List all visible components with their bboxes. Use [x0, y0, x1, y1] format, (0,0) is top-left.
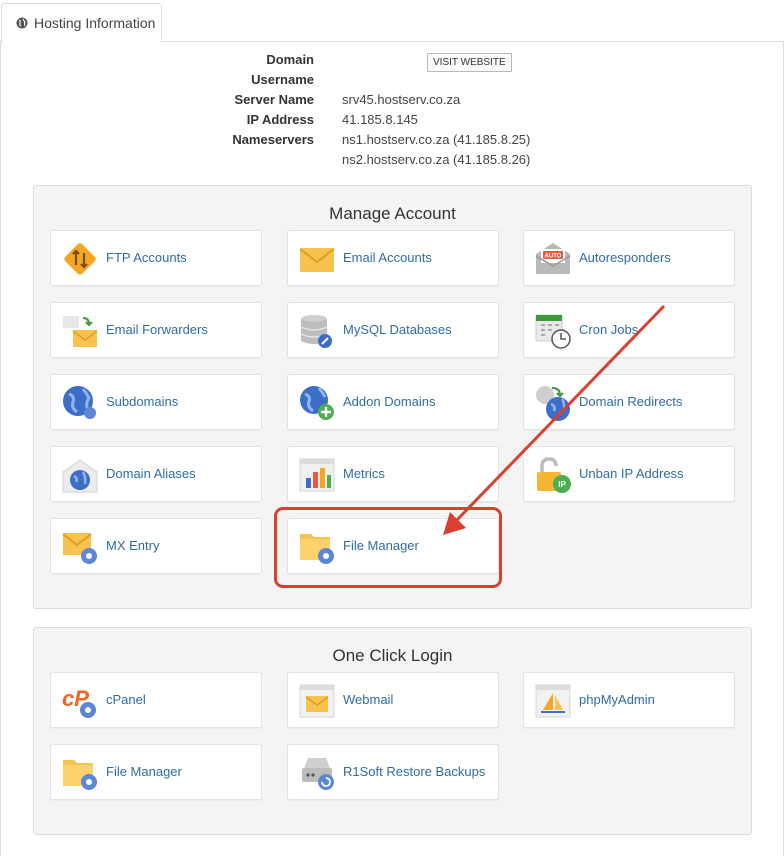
tile-file-manager[interactable]: File Manager	[287, 518, 499, 574]
tile-label: phpMyAdmin	[579, 692, 655, 707]
tile-label: MySQL Databases	[343, 322, 452, 337]
tile-label: Email Accounts	[343, 250, 432, 265]
tile-label: File Manager	[106, 764, 182, 779]
tile-ftp-accounts[interactable]: FTP Accounts	[50, 230, 262, 286]
tab-label: Hosting Information	[34, 15, 156, 31]
tile-label: Subdomains	[106, 394, 179, 409]
nameserver-1-value: ns1.hostserv.co.za (41.185.8.25)	[342, 132, 531, 147]
tile-label: File Manager	[343, 538, 419, 553]
tile-label: Metrics	[343, 466, 385, 481]
manage-account-title: Manage Account	[329, 204, 456, 223]
tile-label: Cron Jobs	[579, 322, 639, 337]
calendar-clock-icon	[535, 314, 571, 349]
envelope-icon	[299, 248, 335, 272]
server-name-value: srv45.hostserv.co.za	[342, 92, 461, 107]
nameservers-label: Nameservers	[232, 132, 314, 147]
info-row-server: Server Name srv45.hostserv.co.za	[0, 90, 784, 110]
tile-label: Autoresponders	[579, 250, 671, 265]
tile-cron-jobs[interactable]: Cron Jobs	[523, 302, 735, 358]
globe-icon	[16, 17, 28, 29]
database-icon	[300, 315, 332, 348]
tile-subdomains[interactable]: Subdomains	[50, 374, 262, 430]
padlock-ip-icon: IP	[537, 457, 571, 493]
ftp-icon	[64, 243, 96, 275]
folder-gear-icon	[300, 534, 334, 564]
backup-drive-icon	[302, 758, 334, 790]
tile-mysql-databases[interactable]: MySQL Databases	[287, 302, 499, 358]
tile-label: R1Soft Restore Backups	[343, 764, 486, 779]
tile-email-forwarders[interactable]: Email Forwarders	[50, 302, 262, 358]
one-click-login-panel: One Click Login	[33, 627, 752, 835]
tile-file-manager-login[interactable]: File Manager	[50, 744, 262, 800]
tile-phpmyadmin[interactable]: phpMyAdmin	[523, 672, 735, 728]
tile-label: Email Forwarders	[106, 322, 208, 337]
tile-label: cPanel	[106, 692, 146, 707]
tile-label: Unban IP Address	[579, 466, 684, 481]
tile-label: MX Entry	[106, 538, 160, 553]
phpmyadmin-icon	[535, 684, 571, 718]
tile-label: FTP Accounts	[106, 250, 187, 265]
globe-plus-icon	[300, 386, 334, 420]
tile-label: Addon Domains	[343, 394, 436, 409]
ip-address-value: 41.185.8.145	[342, 112, 418, 127]
tile-mx-entry[interactable]: MX Entry	[50, 518, 262, 574]
tile-domain-aliases[interactable]: Domain Aliases	[50, 446, 262, 502]
username-label: Username	[251, 72, 314, 87]
visit-website-button[interactable]: VISIT WEBSITE	[427, 53, 512, 72]
webmail-icon	[299, 684, 335, 718]
server-name-label: Server Name	[234, 92, 315, 107]
email-forward-icon	[63, 316, 98, 347]
autoresponder-icon: AUTO	[535, 243, 571, 274]
tile-email-accounts[interactable]: Email Accounts	[287, 230, 499, 286]
tile-addon-domains[interactable]: Addon Domains	[287, 374, 499, 430]
tab-strip: Hosting Information	[0, 0, 784, 43]
bar-chart-icon	[299, 458, 335, 492]
info-row-nameservers: Nameservers ns1.hostserv.co.za (41.185.8…	[0, 130, 784, 150]
info-row-nameserver-2: ns2.hostserv.co.za (41.185.8.26)	[0, 150, 784, 170]
tile-domain-redirects[interactable]: Domain Redirects	[523, 374, 735, 430]
globe-house-icon	[62, 459, 98, 493]
tab-hosting-information[interactable]: Hosting Information	[1, 3, 162, 43]
globe-redirect-icon	[536, 386, 570, 421]
svg-text:IP: IP	[558, 480, 566, 489]
nameserver-2-value: ns2.hostserv.co.za (41.185.8.26)	[342, 152, 531, 167]
info-row-domain: Domain	[0, 50, 784, 70]
tile-label: Domain Aliases	[106, 466, 196, 481]
tile-autoresponders[interactable]: AUTO Autoresponders	[523, 230, 735, 286]
tile-unban-ip-address[interactable]: IP Unban IP Address	[523, 446, 735, 502]
cpanel-icon: cP	[62, 686, 96, 718]
tile-label: Domain Redirects	[579, 394, 683, 409]
one-click-login-title: One Click Login	[332, 646, 453, 665]
domain-label: Domain	[266, 52, 314, 67]
info-row-username: Username	[0, 70, 784, 90]
envelope-gear-icon	[62, 533, 97, 564]
tile-r1soft-restore-backups[interactable]: R1Soft Restore Backups	[287, 744, 499, 800]
info-row-ip: IP Address 41.185.8.145	[0, 110, 784, 130]
folder-gear-icon	[63, 760, 97, 790]
svg-text:AUTO: AUTO	[545, 254, 562, 260]
tile-metrics[interactable]: Metrics	[287, 446, 499, 502]
tile-webmail[interactable]: Webmail	[287, 672, 499, 728]
ip-address-label: IP Address	[246, 112, 314, 127]
tile-cpanel[interactable]: cP cPanel	[50, 672, 262, 728]
globe-icon	[63, 386, 96, 419]
tile-label: Webmail	[343, 692, 394, 707]
